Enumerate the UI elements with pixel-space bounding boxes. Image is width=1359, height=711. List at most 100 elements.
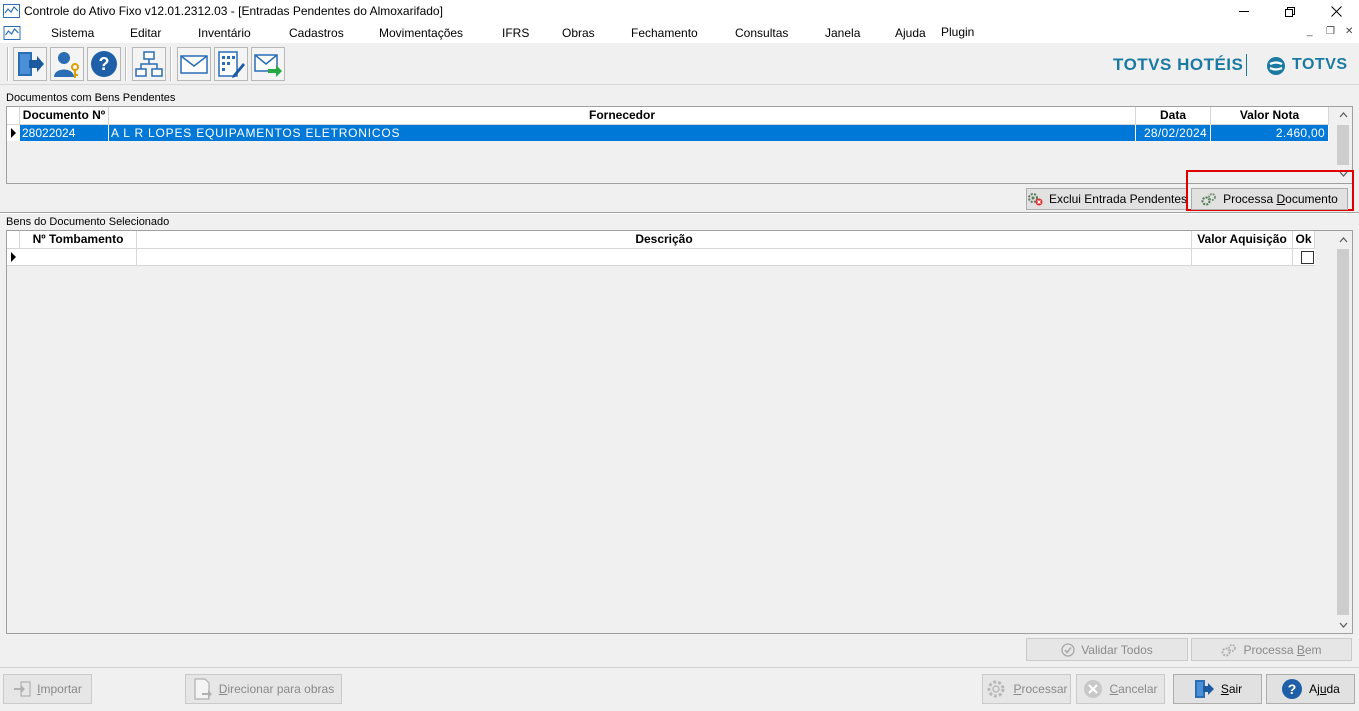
help-label: Ajuda xyxy=(1309,682,1340,696)
cell-valor[interactable]: 2.460,00 xyxy=(1211,125,1329,141)
menu-sistema[interactable]: Sistema xyxy=(51,26,94,40)
restore-button[interactable] xyxy=(1267,0,1313,23)
import-icon xyxy=(13,681,31,697)
scroll-thumb[interactable] xyxy=(1337,249,1349,615)
mail-button[interactable] xyxy=(177,47,211,81)
svg-text:?: ? xyxy=(1288,681,1297,697)
menu-bar: Sistema Editar Inventário Cadastros Movi… xyxy=(0,23,1359,43)
calc-edit-icon xyxy=(218,51,245,78)
exclude-pending-button[interactable]: Exclui Entrada Pendentes xyxy=(1026,188,1188,210)
scroll-thumb[interactable] xyxy=(1337,125,1349,165)
cell-valor-aquisicao[interactable] xyxy=(1192,249,1293,266)
menu-fechamento[interactable]: Fechamento xyxy=(631,26,698,40)
mdi-close-button[interactable]: ✕ xyxy=(1345,26,1353,37)
menu-consultas[interactable]: Consultas xyxy=(735,26,788,40)
row-pointer-icon xyxy=(11,128,16,138)
cell-documento[interactable]: 28022024 xyxy=(20,125,109,141)
minimize-icon xyxy=(1239,11,1249,12)
toolbar-separator xyxy=(7,47,9,81)
exclude-pending-label: Exclui Entrada Pendentes xyxy=(1048,192,1188,206)
restore-icon xyxy=(1285,6,1295,17)
gears-icon xyxy=(1201,192,1217,206)
minimize-button[interactable] xyxy=(1221,0,1267,23)
menu-editar[interactable]: Editar xyxy=(130,26,161,40)
splitter[interactable] xyxy=(0,212,1359,214)
row-indicator-header xyxy=(7,231,20,249)
col-tombamento-header[interactable]: Nº Tombamento xyxy=(20,231,137,249)
cancel-button[interactable]: Cancelar xyxy=(1076,674,1165,704)
org-chart-icon xyxy=(135,51,163,77)
exit-icon xyxy=(18,52,44,76)
goods-grid: Nº Tombamento Descrição Valor Aquisição … xyxy=(6,230,1353,634)
ok-checkbox[interactable] xyxy=(1301,251,1314,264)
cancel-icon xyxy=(1083,679,1103,699)
exit-button[interactable] xyxy=(13,47,47,81)
mail-send-button[interactable] xyxy=(251,47,285,81)
menu-ifrs[interactable]: IFRS xyxy=(502,26,529,40)
close-button[interactable] xyxy=(1313,0,1359,23)
menu-janela[interactable]: Janela xyxy=(825,26,860,40)
menu-inventario[interactable]: Inventário xyxy=(198,26,251,40)
help-icon: ? xyxy=(1281,678,1303,700)
users-button[interactable] xyxy=(50,47,84,81)
menu-obras[interactable]: Obras xyxy=(562,26,595,40)
cell-tombamento[interactable] xyxy=(20,249,137,266)
import-button[interactable]: Importar xyxy=(3,674,92,704)
process-label: Processar xyxy=(1013,682,1068,696)
validate-all-label: Validar Todos xyxy=(1081,642,1153,657)
calc-edit-button[interactable] xyxy=(214,47,248,81)
title-bar: Controle do Ativo Fixo v12.01.2312.03 - … xyxy=(0,0,1359,23)
mail-icon xyxy=(180,55,208,74)
menu-cadastros[interactable]: Cadastros xyxy=(289,26,344,40)
gear-icon xyxy=(985,678,1007,700)
process-document-button[interactable]: Processa Documento xyxy=(1191,188,1348,210)
totvs-logo-text: TOTVS xyxy=(1292,56,1348,73)
menu-movimentacoes[interactable]: Movimentações xyxy=(379,26,463,40)
scroll-down-icon[interactable] xyxy=(1339,622,1348,628)
row-pointer-icon xyxy=(11,252,16,262)
cell-ok xyxy=(1293,249,1315,266)
col-fornecedor-header[interactable]: Fornecedor xyxy=(109,107,1136,125)
cell-data[interactable]: 28/02/2024 xyxy=(1136,125,1211,141)
help-button[interactable]: ? xyxy=(87,47,121,81)
cell-descricao[interactable] xyxy=(137,249,1192,266)
toolbar-separator xyxy=(125,47,127,81)
org-chart-button[interactable] xyxy=(132,47,166,81)
col-ok-header[interactable]: Ok xyxy=(1293,231,1315,249)
col-documento-header[interactable]: Documento Nº xyxy=(20,107,109,125)
cancel-label: Cancelar xyxy=(1109,682,1158,696)
validate-all-button[interactable]: Validar Todos xyxy=(1026,638,1188,661)
col-valor-aquisicao-header[interactable]: Valor Aquisição xyxy=(1192,231,1293,249)
import-label: Importar xyxy=(37,682,82,696)
col-descricao-header[interactable]: Descrição xyxy=(137,231,1192,249)
gears-icon xyxy=(1221,643,1237,657)
exit-bottom-button[interactable]: Sair xyxy=(1173,674,1262,704)
totvs-hoteis-logo: TOTVS HOTÉIS xyxy=(1113,55,1244,74)
process-button[interactable]: Processar xyxy=(982,674,1071,704)
col-valor-header[interactable]: Valor Nota xyxy=(1211,107,1329,125)
cell-fornecedor[interactable]: A L R LOPES EQUIPAMENTOS ELETRONICOS xyxy=(109,125,1136,141)
direct-to-works-button[interactable]: Direcionar para obras xyxy=(185,674,342,704)
scroll-up-icon[interactable] xyxy=(1339,112,1348,118)
row-pointer xyxy=(7,249,20,266)
mdi-child-icon[interactable] xyxy=(3,26,21,40)
mdi-minimize-button[interactable]: _ xyxy=(1307,26,1313,37)
app-icon xyxy=(3,4,20,18)
toolbar-separator xyxy=(170,47,172,81)
goods-section-label: Bens do Documento Selecionado xyxy=(6,216,170,228)
row-indicator-header xyxy=(7,107,20,125)
documents-section-label: Documentos com Bens Pendentes xyxy=(6,92,176,104)
help-bottom-button[interactable]: ? Ajuda xyxy=(1266,674,1355,704)
menu-ajuda[interactable]: Ajuda xyxy=(895,26,926,40)
mail-send-icon xyxy=(254,54,282,77)
brand-divider xyxy=(1246,54,1247,76)
bottom-bar: Importar Direcionar para obras Processar… xyxy=(0,667,1359,711)
process-good-button[interactable]: Processa Bem xyxy=(1191,638,1352,661)
col-data-header[interactable]: Data xyxy=(1136,107,1211,125)
goods-scrollbar[interactable] xyxy=(1335,231,1352,633)
mdi-restore-button[interactable]: ❐ xyxy=(1326,26,1335,37)
menu-plugin[interactable]: Plugin xyxy=(941,25,974,39)
documents-grid: Documento Nº Fornecedor Data Valor Nota … xyxy=(6,106,1353,184)
process-document-label: Processa Documento xyxy=(1223,192,1338,206)
scroll-up-icon[interactable] xyxy=(1339,237,1348,243)
